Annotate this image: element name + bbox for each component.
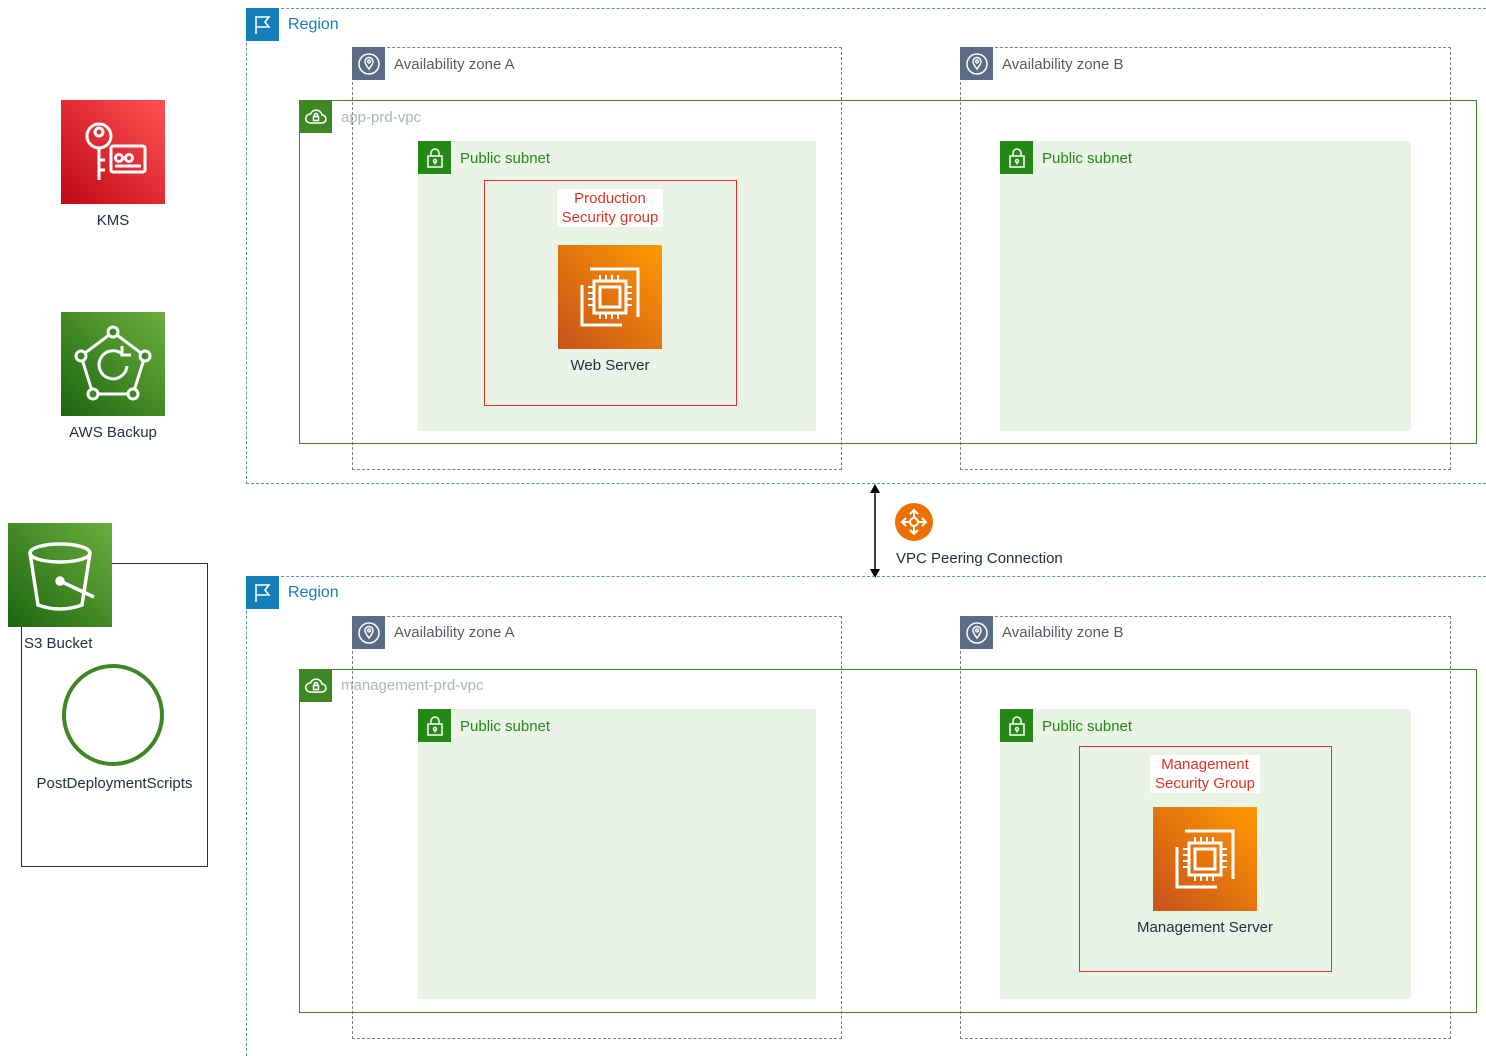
circle-icon	[62, 664, 164, 766]
availability-zone-pin-icon	[960, 47, 993, 80]
region-flag-icon	[246, 576, 279, 609]
post-deployment-scripts-label: PostDeploymentScripts	[36, 775, 193, 792]
vpc-bottom-label: management-prd-vpc	[341, 677, 484, 694]
az-a-top-label: Availability zone A	[394, 56, 515, 73]
kms-icon[interactable]	[61, 100, 165, 204]
az-b-top-label: Availability zone B	[1002, 56, 1124, 73]
public-subnet-a-bottom-label: Public subnet	[460, 718, 551, 735]
vpc-top-label: app-prd-vpc	[341, 109, 422, 126]
subnet-padlock-icon	[1000, 141, 1033, 174]
web-server-label: Web Server	[570, 357, 650, 374]
subnet-padlock-icon	[1000, 709, 1033, 742]
public-subnet-a-top-label: Public subnet	[460, 150, 551, 167]
s3-bucket-icon[interactable]	[8, 523, 112, 627]
az-b-bottom-label: Availability zone B	[1002, 624, 1124, 641]
region-flag-icon	[246, 8, 279, 41]
subnet-padlock-icon	[418, 709, 451, 742]
region-bottom-label: Region	[288, 584, 339, 601]
ec2-instance-chip-icon[interactable]	[558, 245, 662, 349]
vpc-cloud-lock-icon	[299, 669, 332, 702]
management-security-group-label: Management Security Group	[1150, 755, 1260, 793]
availability-zone-pin-icon	[960, 616, 993, 649]
aws-backup-label: AWS Backup	[69, 424, 157, 441]
public-subnet-b-top-label: Public subnet	[1042, 150, 1133, 167]
public-subnet-b-bottom-label: Public subnet	[1042, 718, 1133, 735]
management-server-label: Management Server	[1137, 919, 1273, 936]
region-top-label: Region	[288, 16, 339, 33]
availability-zone-pin-icon	[352, 616, 385, 649]
public-subnet-b-top	[1000, 141, 1411, 431]
vpc-cloud-lock-icon	[299, 100, 332, 133]
subnet-padlock-icon	[418, 141, 451, 174]
vpc-peering-arrow	[868, 484, 882, 578]
ec2-instance-chip-icon[interactable]	[1153, 807, 1257, 911]
vpc-peering-icon[interactable]	[894, 502, 934, 542]
vpc-peering-label: VPC Peering Connection	[896, 550, 1063, 567]
production-security-group-label: Production Security group	[557, 189, 663, 227]
aws-backup-icon[interactable]	[61, 312, 165, 416]
availability-zone-pin-icon	[352, 47, 385, 80]
az-a-bottom-label: Availability zone A	[394, 624, 515, 641]
s3-bucket-label: S3 Bucket	[24, 635, 93, 652]
public-subnet-a-bottom	[418, 709, 816, 999]
kms-label: KMS	[96, 212, 130, 229]
